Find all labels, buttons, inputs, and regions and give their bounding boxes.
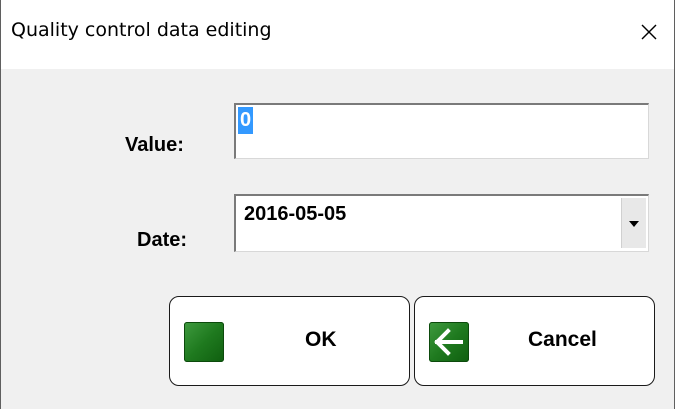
window-title: Quality control data editing (11, 19, 272, 41)
close-button[interactable] (627, 10, 671, 54)
date-select-value: 2016-05-05 (244, 203, 347, 225)
cancel-button-label: Cancel (528, 328, 597, 351)
chevron-down-icon (629, 221, 639, 227)
value-input-text: 0 (238, 107, 254, 134)
quality-control-dialog: Quality control data editing Value: 0 Da… (0, 0, 675, 409)
value-label: Value: (125, 134, 184, 156)
ok-button[interactable]: OK (169, 296, 410, 386)
cancel-button[interactable]: Cancel (414, 296, 655, 386)
value-input[interactable]: 0 (234, 103, 649, 159)
green-square-icon (184, 322, 224, 362)
close-icon (641, 24, 657, 40)
title-bar: Quality control data editing (1, 0, 674, 69)
arrow-left-icon (429, 322, 469, 362)
date-select[interactable]: 2016-05-05 (234, 194, 649, 252)
ok-button-label: OK (305, 328, 337, 351)
date-label: Date: (137, 229, 188, 251)
date-dropdown-button[interactable] (621, 198, 646, 248)
